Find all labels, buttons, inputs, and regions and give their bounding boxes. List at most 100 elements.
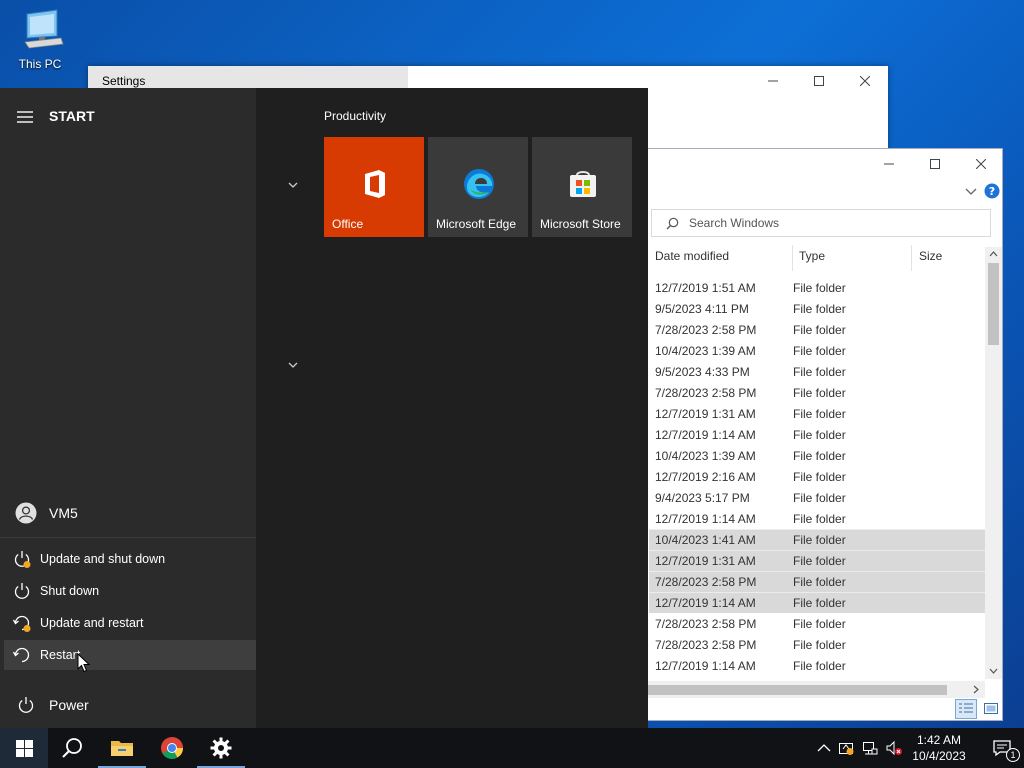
scrollbar-thumb[interactable] (988, 263, 999, 345)
table-row[interactable]: 12/7/2019 1:31 AM File folder (649, 550, 987, 571)
chevron-up-icon[interactable] (816, 740, 832, 756)
file-list: 12/7/2019 1:51 AM File folder 9/5/2023 4:1… (649, 277, 987, 676)
help-icon[interactable]: ? (984, 183, 1000, 199)
table-row[interactable]: 9/5/2023 4:11 PM File folder (649, 298, 987, 319)
table-row[interactable]: 12/7/2019 1:14 AM File folder (649, 655, 987, 676)
cell-date-modified: 12/7/2019 1:14 AM (655, 511, 756, 526)
desktop-icon-label: This PC (18, 57, 62, 71)
maximize-icon (930, 159, 940, 169)
large-icons-view-button[interactable] (981, 699, 1001, 719)
tile-microsoft-store[interactable]: Microsoft Store (532, 137, 632, 237)
menu-item-shut-down[interactable]: Shut down (4, 576, 256, 606)
vertical-scrollbar[interactable] (985, 247, 1002, 679)
table-row[interactable]: 12/7/2019 1:14 AM File folder (649, 508, 987, 529)
cell-date-modified: 12/7/2019 1:14 AM (655, 427, 756, 442)
windows-logo-icon (15, 739, 33, 757)
search-icon (666, 217, 679, 229)
table-row[interactable]: 7/28/2023 2:58 PM File folder (649, 319, 987, 340)
chevron-down-icon[interactable] (286, 178, 300, 192)
taskbar-file-explorer[interactable] (98, 728, 146, 768)
cell-date-modified: 10/4/2023 1:39 AM (655, 343, 756, 358)
desktop-icon-this-pc[interactable]: This PC (12, 8, 68, 74)
table-row[interactable]: 10/4/2023 1:41 AM File folder (649, 529, 987, 550)
power-button[interactable]: Power (0, 688, 256, 722)
cell-type: File folder (793, 490, 846, 505)
menu-item-label: Restart (40, 648, 81, 662)
close-button[interactable] (958, 149, 1004, 179)
start-menu-left-pane: START VM5 Update and shut down Shut down… (0, 88, 256, 728)
table-row[interactable]: 12/7/2019 1:51 AM File folder (649, 277, 987, 298)
close-button[interactable] (842, 66, 888, 96)
menu-item-label: Update and restart (40, 616, 144, 630)
network-icon[interactable] (862, 740, 878, 756)
cell-date-modified: 9/5/2023 4:11 PM (655, 301, 749, 316)
cell-type: File folder (793, 554, 846, 568)
table-row[interactable]: 7/28/2023 2:58 PM File folder (649, 613, 987, 634)
horizontal-scrollbar[interactable] (647, 681, 985, 698)
chevron-down-icon[interactable] (965, 187, 977, 197)
scroll-down-icon[interactable] (989, 668, 998, 675)
menu-item-update-and-restart[interactable]: Update and restart (4, 608, 256, 638)
system-clock[interactable]: 1:42 AM 10/4/2023 (906, 732, 972, 764)
file-explorer-window[interactable]: ? Search Windows Date modified Type Size… (646, 148, 1003, 721)
table-row[interactable]: 12/7/2019 2:16 AM File folder (649, 466, 987, 487)
ribbon-row: ? (647, 179, 1004, 207)
start-menu[interactable]: START VM5 Update and shut down Shut down… (0, 88, 648, 728)
table-row[interactable]: 12/7/2019 1:14 AM File folder (649, 592, 987, 613)
column-header-type[interactable]: Type (799, 249, 825, 269)
volume-muted-icon[interactable] (886, 740, 902, 756)
column-header-size[interactable]: Size (919, 249, 942, 269)
table-row[interactable]: 12/7/2019 1:31 AM File folder (649, 403, 987, 424)
menu-item-update-and-shut-down[interactable]: Update and shut down (4, 544, 256, 574)
cell-date-modified: 7/28/2023 2:58 PM (655, 385, 757, 400)
cell-type: File folder (793, 280, 846, 295)
table-row[interactable]: 7/28/2023 2:58 PM File folder (649, 571, 987, 592)
taskbar-chrome[interactable] (148, 728, 196, 768)
maximize-button[interactable] (796, 66, 842, 96)
large-icons-view-icon (984, 703, 998, 714)
search-button[interactable] (48, 728, 96, 768)
tile-microsoft-edge[interactable]: Microsoft Edge (428, 137, 528, 237)
table-row[interactable]: 12/7/2019 1:14 AM File folder (649, 424, 987, 445)
details-view-button[interactable] (955, 699, 977, 719)
scrollbar-thumb[interactable] (647, 685, 947, 695)
cell-date-modified: 12/7/2019 1:51 AM (655, 280, 756, 295)
minimize-button[interactable] (750, 66, 796, 96)
chevron-down-icon[interactable] (286, 358, 300, 372)
computer-icon (24, 9, 64, 49)
power-label: Power (49, 697, 89, 713)
table-row[interactable]: 7/28/2023 2:58 PM File folder (649, 382, 987, 403)
scroll-right-icon[interactable] (973, 685, 980, 694)
power-options-menu: Update and shut down Shut down Update an… (0, 537, 256, 673)
table-row[interactable]: 7/28/2023 2:58 PM File folder (649, 634, 987, 655)
tile-group-title: Productivity (324, 109, 387, 123)
cell-type: File folder (793, 385, 846, 400)
table-row[interactable]: 10/4/2023 1:39 AM File folder (649, 340, 987, 361)
close-icon (860, 76, 870, 86)
cell-type: File folder (793, 406, 846, 421)
cell-type: File folder (793, 616, 846, 631)
user-account-button[interactable]: VM5 (0, 496, 256, 530)
tile-office[interactable]: Office (324, 137, 424, 237)
cell-date-modified: 10/4/2023 1:39 AM (655, 448, 756, 463)
security-warning-icon[interactable] (838, 740, 854, 756)
cell-date-modified: 12/7/2019 1:14 AM (655, 596, 756, 610)
scroll-up-icon[interactable] (989, 250, 998, 257)
column-header-date[interactable]: Date modified (655, 249, 729, 269)
taskbar-settings[interactable] (197, 728, 245, 768)
maximize-button[interactable] (912, 149, 958, 179)
search-icon (62, 738, 82, 758)
minimize-button[interactable] (866, 149, 912, 179)
table-row[interactable]: 9/4/2023 5:17 PM File folder (649, 487, 987, 508)
action-center-button[interactable]: 1 (980, 728, 1024, 768)
cell-type: File folder (793, 427, 846, 442)
cell-date-modified: 12/7/2019 2:16 AM (655, 469, 756, 484)
table-row[interactable]: 10/4/2023 1:39 AM File folder (649, 445, 987, 466)
explorer-titlebar[interactable] (647, 149, 1004, 179)
table-row[interactable]: 9/5/2023 4:33 PM File folder (649, 361, 987, 382)
menu-item-restart[interactable]: Restart (4, 640, 256, 670)
start-button[interactable] (0, 728, 48, 768)
search-input[interactable]: Search Windows (651, 209, 991, 237)
hamburger-menu-icon[interactable] (16, 110, 34, 124)
cell-type: File folder (793, 511, 846, 526)
